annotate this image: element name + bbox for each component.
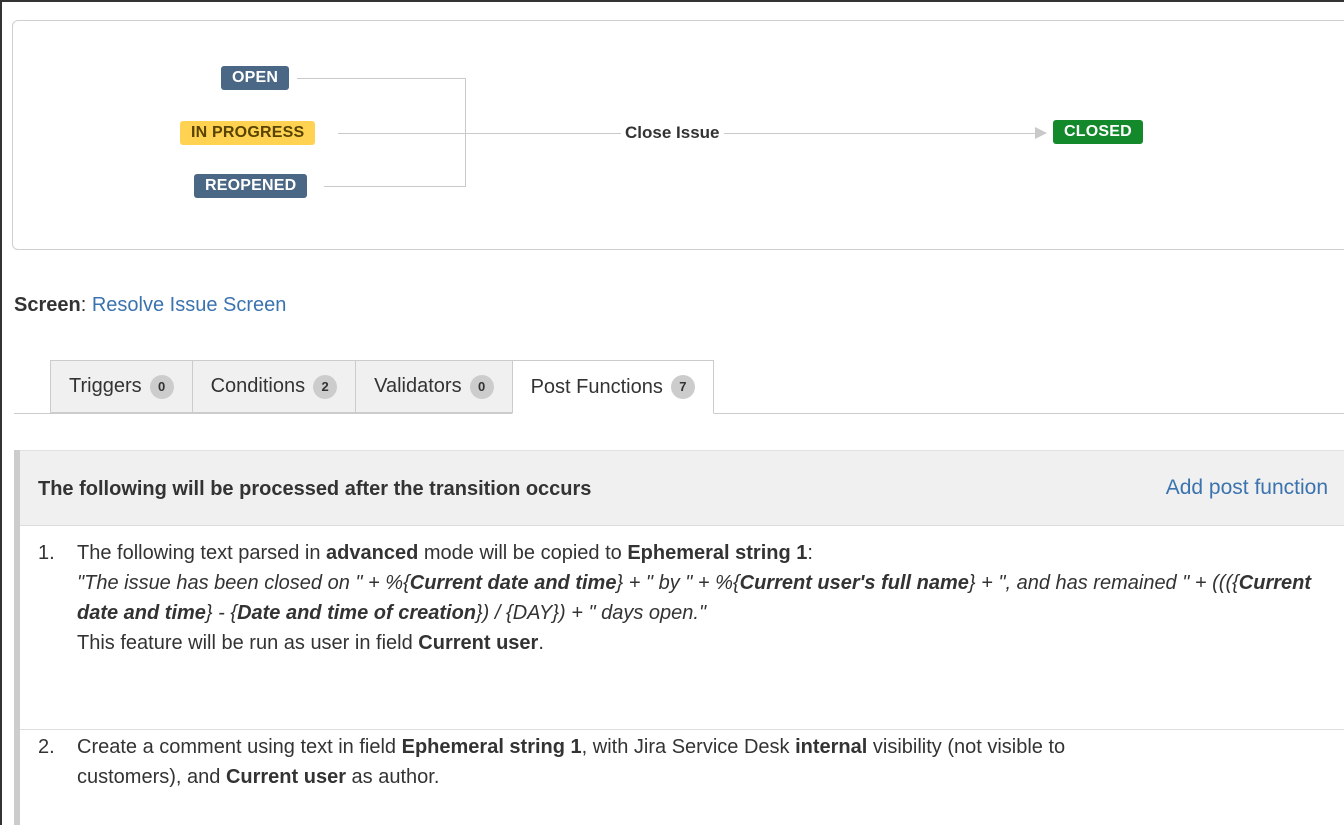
item-text: , with Jira Service Desk xyxy=(581,736,796,758)
status-closed[interactable]: CLOSED xyxy=(1053,120,1143,144)
workflow-diagram: OPEN IN PROGRESS REOPENED Close Issue CL… xyxy=(12,20,1344,250)
expr-text: } - { xyxy=(205,602,238,624)
item-author: Current user xyxy=(225,766,346,788)
post-function-item: 1. The following text parsed in advanced… xyxy=(20,538,1344,730)
add-post-function-link[interactable]: Add post function xyxy=(1166,476,1328,500)
tab-label: Post Functions xyxy=(530,375,663,398)
tab-validators[interactable]: Validators 0 xyxy=(355,360,512,413)
screen-label: Screen xyxy=(14,294,81,316)
expr-field: Current user's full name xyxy=(739,572,969,594)
tab-label: Triggers xyxy=(69,375,142,397)
panel-title: The following will be processed after th… xyxy=(38,478,592,500)
item-text: The following text parsed in xyxy=(77,542,327,564)
item-text: as author. xyxy=(345,766,440,788)
tab-count-badge: 0 xyxy=(469,374,494,399)
tab-label: Validators xyxy=(374,375,462,397)
expr-field: Date and time of creation xyxy=(237,602,476,624)
item-run-user: Current user xyxy=(418,632,539,654)
panel-header: The following will be processed after th… xyxy=(20,450,1344,526)
transition-label[interactable]: Close Issue xyxy=(621,122,724,144)
item-text: mode will be copied to xyxy=(418,542,628,564)
connector-reopened xyxy=(324,186,465,187)
item-number: 2. xyxy=(38,736,55,758)
status-open[interactable]: OPEN xyxy=(221,66,290,90)
expr-text: } + " by " + %{ xyxy=(616,572,740,594)
tab-label: Conditions xyxy=(210,375,306,397)
expr-text: "The issue has been closed on " + %{ xyxy=(77,572,410,594)
screen-info: Screen: Resolve Issue Screen xyxy=(14,294,287,316)
item-target-field: Ephemeral string 1 xyxy=(627,542,808,564)
tab-post-functions[interactable]: Post Functions 7 xyxy=(511,360,714,414)
tab-triggers[interactable]: Triggers 0 xyxy=(50,360,192,413)
tab-count-badge: 0 xyxy=(149,374,174,399)
expr-text: } + ", and has remained " + ((({ xyxy=(968,572,1239,594)
item-mode: advanced xyxy=(326,542,419,564)
status-reopened[interactable]: REOPENED xyxy=(194,174,308,198)
item-body: The following text parsed in advanced mo… xyxy=(77,538,1327,658)
item-number: 1. xyxy=(38,542,55,564)
expr-field: Current date and time xyxy=(409,572,617,594)
item-visibility: internal xyxy=(795,736,868,758)
tab-count-badge: 7 xyxy=(670,375,695,399)
item-source-field: Ephemeral string 1 xyxy=(401,736,582,758)
item-body: Create a comment using text in field Eph… xyxy=(77,732,1087,792)
item-text: . xyxy=(538,632,544,654)
item-expression: "The issue has been closed on " + %{Curr… xyxy=(77,572,1311,624)
screen-link[interactable]: Resolve Issue Screen xyxy=(92,294,287,316)
status-in-progress[interactable]: IN PROGRESS xyxy=(180,121,316,145)
transition-tabs: Triggers 0 Conditions 2 Validators 0 Pos… xyxy=(50,360,714,414)
item-text: This feature will be run as user in fiel… xyxy=(77,632,419,654)
tab-count-badge: 2 xyxy=(313,374,338,399)
arrow-head-icon xyxy=(1035,127,1047,139)
item-text: : xyxy=(807,542,813,564)
item-text: Create a comment using text in field xyxy=(77,736,402,758)
connector-open xyxy=(297,78,465,79)
post-function-item: 2. Create a comment using text in field … xyxy=(20,732,1344,832)
expr-text: }) / {DAY}) + " days open." xyxy=(476,602,707,624)
post-functions-panel: The following will be processed after th… xyxy=(14,450,1344,825)
tab-conditions[interactable]: Conditions 2 xyxy=(191,360,356,413)
